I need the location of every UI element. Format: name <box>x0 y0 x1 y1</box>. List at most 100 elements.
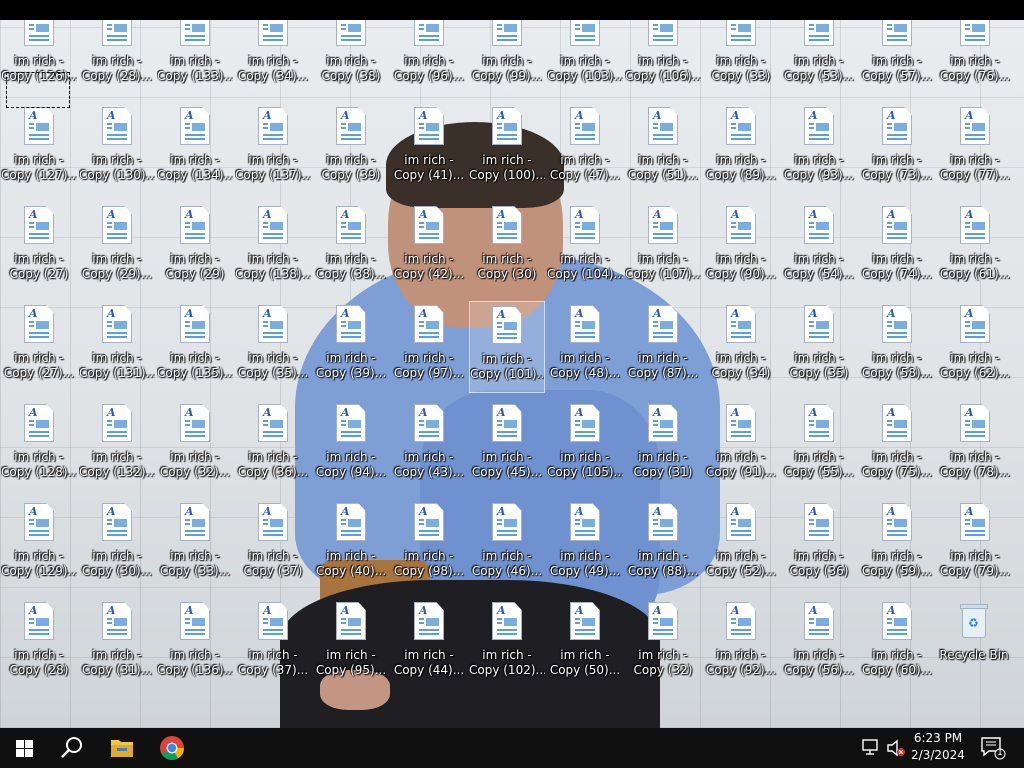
desktop-file-icon-item[interactable]: Aim rich - Copy (43)... <box>391 400 467 492</box>
desktop-file-icon-item[interactable]: Aim rich - Copy (31)... <box>79 598 155 690</box>
desktop-file-icon-item[interactable]: Aim rich - Copy (62)... <box>937 301 1013 393</box>
chrome-button[interactable] <box>148 728 196 768</box>
desktop-file-icon-item[interactable]: Aim rich - Copy (103)... <box>547 20 623 96</box>
desktop-file-icon-item[interactable]: Aim rich - Copy (33)... <box>157 499 233 591</box>
desktop-file-icon-item[interactable]: Aim rich - Copy (32) <box>625 598 701 690</box>
desktop-file-icon-item[interactable]: Aim rich - Copy (127)... <box>1 103 77 195</box>
desktop[interactable]: Aim rich - Copy (126)...Aim rich - Copy … <box>0 20 1024 728</box>
desktop-file-icon-item[interactable]: Aim rich - Copy (129)... <box>1 499 77 591</box>
desktop-file-icon-item[interactable]: Aim rich - Copy (138)... <box>235 202 311 294</box>
desktop-file-icon-item[interactable]: Aim rich - Copy (99)... <box>469 20 545 96</box>
desktop-file-icon-item[interactable]: Aim rich - Copy (100)... <box>469 103 545 195</box>
desktop-file-icon-item[interactable]: Aim rich - Copy (34)... <box>235 20 311 96</box>
desktop-file-icon-item[interactable]: Aim rich - Copy (128)... <box>1 400 77 492</box>
desktop-file-icon-item[interactable]: Aim rich - Copy (55)... <box>781 400 857 492</box>
desktop-file-icon-item[interactable]: Aim rich - Copy (78)... <box>937 400 1013 492</box>
desktop-file-icon-item[interactable]: Aim rich - Copy (49)... <box>547 499 623 591</box>
desktop-file-icon-item[interactable]: Aim rich - Copy (53)... <box>781 20 857 96</box>
desktop-file-icon-item[interactable]: Aim rich - Copy (47)... <box>547 103 623 195</box>
desktop-file-icon-item[interactable]: Aim rich - Copy (60)... <box>859 598 935 690</box>
desktop-file-icon-item[interactable]: Aim rich - Copy (79)... <box>937 499 1013 591</box>
desktop-file-icon-item[interactable]: Aim rich - Copy (42)... <box>391 202 467 294</box>
desktop-file-icon-item[interactable]: Aim rich - Copy (91)... <box>703 400 779 492</box>
desktop-file-icon-item[interactable]: Aim rich - Copy (27) <box>1 202 77 294</box>
clock[interactable]: 6:23 PM 2/3/2024 <box>906 730 970 764</box>
desktop-file-icon-item[interactable]: Aim rich - Copy (48)... <box>547 301 623 393</box>
desktop-file-icon-item[interactable]: Aim rich - Copy (74)... <box>859 202 935 294</box>
desktop-file-icon-item[interactable]: Aim rich - Copy (36)... <box>235 400 311 492</box>
desktop-file-icon-item[interactable]: Aim rich - Copy (98)... <box>391 499 467 591</box>
desktop-file-icon-item[interactable]: Aim rich - Copy (39) <box>313 103 389 195</box>
desktop-file-icon-item[interactable]: Aim rich - Copy (57)... <box>859 20 935 96</box>
desktop-file-icon-item[interactable]: Aim rich - Copy (56)... <box>781 598 857 690</box>
desktop-file-icon-item[interactable]: Aim rich - Copy (52)... <box>703 499 779 591</box>
desktop-file-icon-item[interactable]: Aim rich - Copy (46)... <box>469 499 545 591</box>
search-button[interactable] <box>48 728 96 768</box>
desktop-file-icon-item[interactable]: Aim rich - Copy (94)... <box>313 400 389 492</box>
desktop-file-icon-item[interactable]: Aim rich - Copy (93)... <box>781 103 857 195</box>
desktop-file-icon-item[interactable]: Aim rich - Copy (134)... <box>157 103 233 195</box>
start-button[interactable] <box>0 728 48 768</box>
desktop-file-icon-item[interactable]: Aim rich - Copy (75)... <box>859 400 935 492</box>
volume-muted-icon[interactable] <box>886 739 906 757</box>
desktop-file-icon-item[interactable]: Aim rich - Copy (51)... <box>625 103 701 195</box>
desktop-file-icon-item[interactable]: Aim rich - Copy (41)... <box>391 103 467 195</box>
desktop-file-icon-item[interactable]: Aim rich - Copy (34) <box>703 301 779 393</box>
desktop-file-icon-item[interactable]: Aim rich - Copy (135)... <box>157 301 233 393</box>
desktop-file-icon-item[interactable]: Aim rich - Copy (95)... <box>313 598 389 690</box>
desktop-file-icon-item[interactable]: Aim rich - Copy (104)... <box>547 202 623 294</box>
desktop-file-icon-item[interactable]: Aim rich - Copy (73)... <box>859 103 935 195</box>
network-icon[interactable] <box>862 739 880 755</box>
desktop-file-icon-item[interactable]: Aim rich - Copy (28) <box>1 598 77 690</box>
desktop-file-icon-item[interactable]: Aim rich - Copy (29)... <box>79 202 155 294</box>
desktop-file-icon-item[interactable]: Aim rich - Copy (54)... <box>781 202 857 294</box>
desktop-file-icon-item[interactable]: Aim rich - Copy (30)... <box>79 499 155 591</box>
desktop-file-icon-item[interactable]: Aim rich - Copy (35) <box>781 301 857 393</box>
desktop-file-icon-item[interactable]: Aim rich - Copy (107)... <box>625 202 701 294</box>
desktop-file-icon-item[interactable]: Aim rich - Copy (28)... <box>79 20 155 96</box>
desktop-file-icon-item[interactable]: Aim rich - Copy (102)... <box>469 598 545 690</box>
desktop-file-icon-item[interactable]: Aim rich - Copy (29) <box>157 202 233 294</box>
desktop-file-icon-item[interactable]: Aim rich - Copy (106)... <box>625 20 701 96</box>
desktop-file-icon-item[interactable]: Aim rich - Copy (131)... <box>79 301 155 393</box>
desktop-file-icon-item[interactable]: Aim rich - Copy (130)... <box>79 103 155 195</box>
desktop-file-icon-item[interactable]: Aim rich - Copy (133)... <box>157 20 233 96</box>
desktop-file-icon-item[interactable]: Aim rich - Copy (35)... <box>235 301 311 393</box>
file-label: im rich - Copy (41)... <box>391 153 467 183</box>
desktop-file-icon-item[interactable]: Aim rich - Copy (38)... <box>313 202 389 294</box>
desktop-file-icon-item[interactable]: Aim rich - Copy (32)... <box>157 400 233 492</box>
desktop-file-icon-item[interactable]: Aim rich - Copy (37)... <box>235 598 311 690</box>
desktop-file-icon-item[interactable]: Aim rich - Copy (40)... <box>313 499 389 591</box>
file-explorer-button[interactable] <box>98 728 146 768</box>
desktop-file-icon-item[interactable]: Aim rich - Copy (38) <box>313 20 389 96</box>
desktop-file-icon-item[interactable]: Aim rich - Copy (87)... <box>625 301 701 393</box>
desktop-file-icon-item[interactable]: Aim rich - Copy (136)... <box>157 598 233 690</box>
action-center-button[interactable]: 1 <box>980 736 1006 760</box>
desktop-file-icon-item[interactable]: Aim rich - Copy (76)... <box>937 20 1013 96</box>
desktop-file-icon-item[interactable]: Aim rich - Copy (27)... <box>1 301 77 393</box>
desktop-file-icon-item[interactable]: Aim rich - Copy (61)... <box>937 202 1013 294</box>
desktop-file-icon-item[interactable]: Aim rich - Copy (105)... <box>547 400 623 492</box>
desktop-file-icon-item[interactable]: Aim rich - Copy (89)... <box>703 103 779 195</box>
desktop-file-icon-item[interactable]: Aim rich - Copy (92)... <box>703 598 779 690</box>
desktop-file-icon-item[interactable]: Aim rich - Copy (36) <box>781 499 857 591</box>
desktop-file-icon-item[interactable]: Aim rich - Copy (101)... <box>469 301 545 393</box>
desktop-file-icon-item[interactable]: Aim rich - Copy (44)... <box>391 598 467 690</box>
desktop-file-icon-item[interactable]: Aim rich - Copy (33) <box>703 20 779 96</box>
desktop-file-icon-item[interactable]: Aim rich - Copy (90)... <box>703 202 779 294</box>
desktop-file-icon-item[interactable]: Aim rich - Copy (37) <box>235 499 311 591</box>
desktop-file-icon-item[interactable]: Aim rich - Copy (132)... <box>79 400 155 492</box>
desktop-file-icon-item[interactable]: Aim rich - Copy (77)... <box>937 103 1013 195</box>
desktop-file-icon-item[interactable]: Aim rich - Copy (50)... <box>547 598 623 690</box>
desktop-file-icon-item[interactable]: Aim rich - Copy (96)... <box>391 20 467 96</box>
desktop-file-icon-item[interactable]: Aim rich - Copy (59)... <box>859 499 935 591</box>
desktop-file-icon-item[interactable]: Aim rich - Copy (45)... <box>469 400 545 492</box>
desktop-file-icon-item[interactable]: Aim rich - Copy (97)... <box>391 301 467 393</box>
desktop-file-icon-item[interactable]: Aim rich - Copy (88)... <box>625 499 701 591</box>
desktop-file-icon-item[interactable]: Aim rich - Copy (58)... <box>859 301 935 393</box>
recycle-bin-icon-item[interactable]: ♻ Recycle Bin <box>936 598 1012 690</box>
desktop-file-icon-item[interactable]: Aim rich - Copy (137)... <box>235 103 311 195</box>
desktop-file-icon-item[interactable]: Aim rich - Copy (30) <box>469 202 545 294</box>
desktop-file-icon-item[interactable]: Aim rich - Copy (39)... <box>313 301 389 393</box>
desktop-file-icon-item[interactable]: Aim rich - Copy (31) <box>625 400 701 492</box>
